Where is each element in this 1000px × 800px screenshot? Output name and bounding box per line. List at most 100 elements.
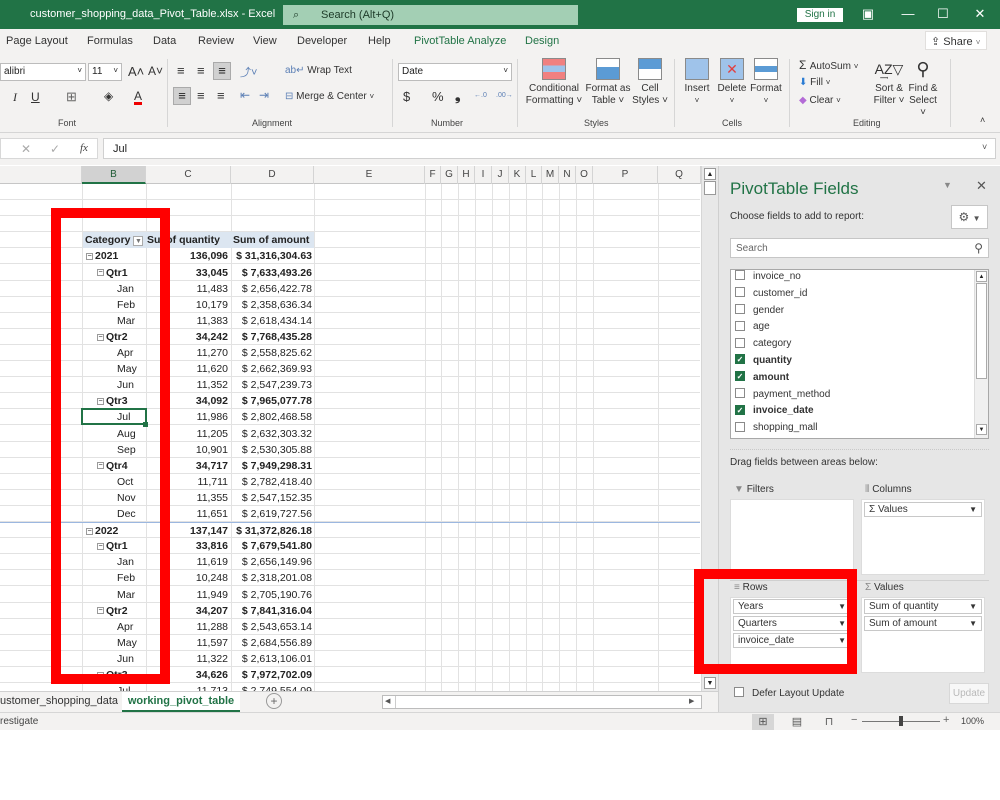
pivot-quantity-value[interactable]: 11,619 <box>146 554 228 570</box>
increase-indent-icon[interactable]: ⇥ <box>259 88 269 102</box>
field-invoice-date[interactable]: ✓ invoice_date <box>735 402 814 419</box>
field-checkbox[interactable]: ✓ <box>735 371 745 382</box>
normal-view-icon[interactable]: ⊞ <box>752 714 774 730</box>
pivot-quantity-value[interactable]: 34,626 <box>146 667 228 683</box>
sign-in-button[interactable]: Sign in <box>797 8 843 22</box>
pivot-quantity-value[interactable]: 33,816 <box>146 538 228 554</box>
pivot-amount-value[interactable]: $ 2,632,303.32 <box>231 426 312 442</box>
column-header-h[interactable]: H <box>458 166 475 184</box>
pivot-amount-value[interactable]: $ 2,619,727.56 <box>231 506 312 522</box>
pivot-quantity-value[interactable]: 11,288 <box>146 619 228 635</box>
field-list-scrollbar[interactable]: ▲ ▼ <box>974 270 988 438</box>
sheet-tab-customer-shopping-data[interactable]: ustomer_shopping_data <box>0 695 118 707</box>
pivot-amount-value[interactable]: $ 7,768,435.28 <box>231 329 312 345</box>
field-category[interactable]: category <box>735 335 791 352</box>
update-button[interactable]: Update <box>949 683 989 704</box>
column-header-q[interactable]: Q <box>658 166 701 184</box>
rows-item-quarters[interactable]: Quarters ▼ <box>733 616 851 631</box>
orientation-icon[interactable]: ⤴˅ <box>240 64 257 80</box>
align-center-icon[interactable]: ≡ <box>197 88 205 103</box>
pivot-quantity-value[interactable]: 11,322 <box>146 651 228 667</box>
pivot-amount-value[interactable]: $ 2,547,239.73 <box>231 377 312 393</box>
pivot-row-label[interactable]: − Qtr2 <box>83 329 146 345</box>
tab-developer[interactable]: Developer <box>297 35 347 47</box>
align-top-icon[interactable]: ≡ <box>177 63 185 78</box>
pivot-row-label[interactable]: Apr <box>83 345 146 361</box>
collapse-icon[interactable]: − <box>97 269 104 277</box>
pivot-amount-value[interactable]: $ 7,633,493.26 <box>231 265 312 281</box>
currency-button[interactable]: $ <box>403 89 410 104</box>
column-header-c[interactable]: C <box>146 166 231 184</box>
tab-data[interactable]: Data <box>153 35 176 47</box>
pivot-row-label[interactable]: Mar <box>83 313 146 329</box>
tab-review[interactable]: Review <box>198 35 234 47</box>
wrap-text-button[interactable]: ab↵ Wrap Text <box>285 65 352 76</box>
pivot-amount-value[interactable]: $ 2,656,422.78 <box>231 281 312 297</box>
pivot-row-label[interactable]: − Qtr1 <box>83 538 146 554</box>
decrease-decimal-button[interactable]: .00→ <box>496 92 513 99</box>
pivot-quantity-value[interactable]: 10,248 <box>146 570 228 586</box>
pivot-quantity-value[interactable]: 11,355 <box>146 490 228 506</box>
collapse-icon[interactable]: − <box>97 542 104 550</box>
enter-icon[interactable]: ✓ <box>50 142 60 156</box>
cell-styles-button[interactable]: Cell Styles ˅ <box>630 58 670 107</box>
filters-drop-area[interactable] <box>730 499 854 575</box>
pivot-row-label[interactable]: Jun <box>83 651 146 667</box>
pivot-amount-value[interactable]: $ 2,530,305.88 <box>231 442 312 458</box>
field-quantity[interactable]: ✓ quantity <box>735 352 792 369</box>
collapse-icon[interactable]: − <box>97 671 104 679</box>
font-color-icon[interactable]: A <box>134 90 143 105</box>
collapse-icon[interactable]: − <box>97 462 104 470</box>
pivot-amount-value[interactable]: $ 2,684,556.89 <box>231 635 312 651</box>
pivot-amount-value[interactable]: $ 2,558,825.62 <box>231 345 312 361</box>
page-break-view-icon[interactable]: ⊓ <box>818 714 840 730</box>
pivot-row-label[interactable]: Mar <box>83 587 146 603</box>
field-checkbox[interactable]: ✓ <box>735 404 745 415</box>
pivot-row-label[interactable]: − Qtr1 <box>83 265 146 281</box>
scroll-left-icon[interactable]: ◀ <box>385 697 390 705</box>
share-button[interactable]: ⇪ Share ˅ <box>925 31 987 50</box>
decrease-indent-icon[interactable]: ⇤ <box>240 88 250 102</box>
pivot-quantity-value[interactable]: 11,986 <box>146 409 228 425</box>
field-checkbox[interactable] <box>735 337 745 348</box>
columns-drop-area[interactable]: Σ Values ▼ <box>861 499 985 575</box>
borders-icon[interactable]: ⊞ <box>66 89 77 105</box>
pivot-quantity-value[interactable]: 11,713 <box>146 683 228 691</box>
defer-layout-update[interactable]: Defer Layout Update <box>734 687 844 699</box>
pivot-amount-value[interactable]: $ 2,662,369.93 <box>231 361 312 377</box>
field-checkbox[interactable] <box>735 287 745 298</box>
horizontal-scrollbar[interactable]: ◀ ▶ <box>382 695 702 709</box>
search-box[interactable]: ⌕ Search (Alt+Q) <box>283 5 578 25</box>
scroll-up-icon[interactable]: ▲ <box>704 168 716 180</box>
pivot-quantity-value[interactable]: 11,620 <box>146 361 228 377</box>
tab-design[interactable]: Design <box>525 35 559 47</box>
rows-item-years[interactable]: Years ▼ <box>733 599 851 614</box>
field-invoice-no[interactable]: invoice_no <box>735 268 801 285</box>
zoom-level[interactable]: 100% <box>961 716 984 726</box>
column-header-g[interactable]: G <box>441 166 458 184</box>
pivot-quantity-value[interactable]: 11,949 <box>146 587 228 603</box>
rows-drop-area[interactable]: Years ▼ Quarters ▼ invoice_date ▼ <box>730 597 854 673</box>
pivot-amount-value[interactable]: $ 7,965,077.78 <box>231 393 312 409</box>
column-header-b[interactable]: B <box>82 166 146 184</box>
pivot-row-label[interactable]: May <box>83 361 146 377</box>
comma-button[interactable]: ❟ <box>455 87 461 104</box>
format-as-table-button[interactable]: Format as Table ˅ <box>584 58 632 107</box>
pivot-quantity-value[interactable]: 11,651 <box>146 506 228 522</box>
field-shopping-mall[interactable]: shopping_mall <box>735 419 818 436</box>
values-drop-area[interactable]: Sum of quantity ▼ Sum of amount ▼ <box>861 597 985 673</box>
pivot-row-label[interactable]: − Qtr3 <box>83 667 146 683</box>
selected-cell[interactable] <box>81 408 147 425</box>
collapse-icon[interactable]: − <box>86 253 93 261</box>
tab-help[interactable]: Help <box>368 35 391 47</box>
number-format-select[interactable]: Date ˅ <box>398 63 512 81</box>
percent-button[interactable]: % <box>432 89 444 104</box>
grow-font-button[interactable]: A˄ <box>128 64 144 79</box>
field-customer-id[interactable]: customer_id <box>735 285 807 302</box>
pivot-amount-value[interactable]: $ 2,656,149.96 <box>231 554 312 570</box>
collapse-icon[interactable]: − <box>86 527 93 535</box>
autosum-button[interactable]: Σ AutoSum ˅ <box>799 58 858 72</box>
pivot-amount-value[interactable]: $ 2,705,190.76 <box>231 587 312 603</box>
page-layout-view-icon[interactable]: ▤ <box>786 714 808 730</box>
delete-button[interactable]: ✕ Delete ˅ <box>714 58 750 107</box>
